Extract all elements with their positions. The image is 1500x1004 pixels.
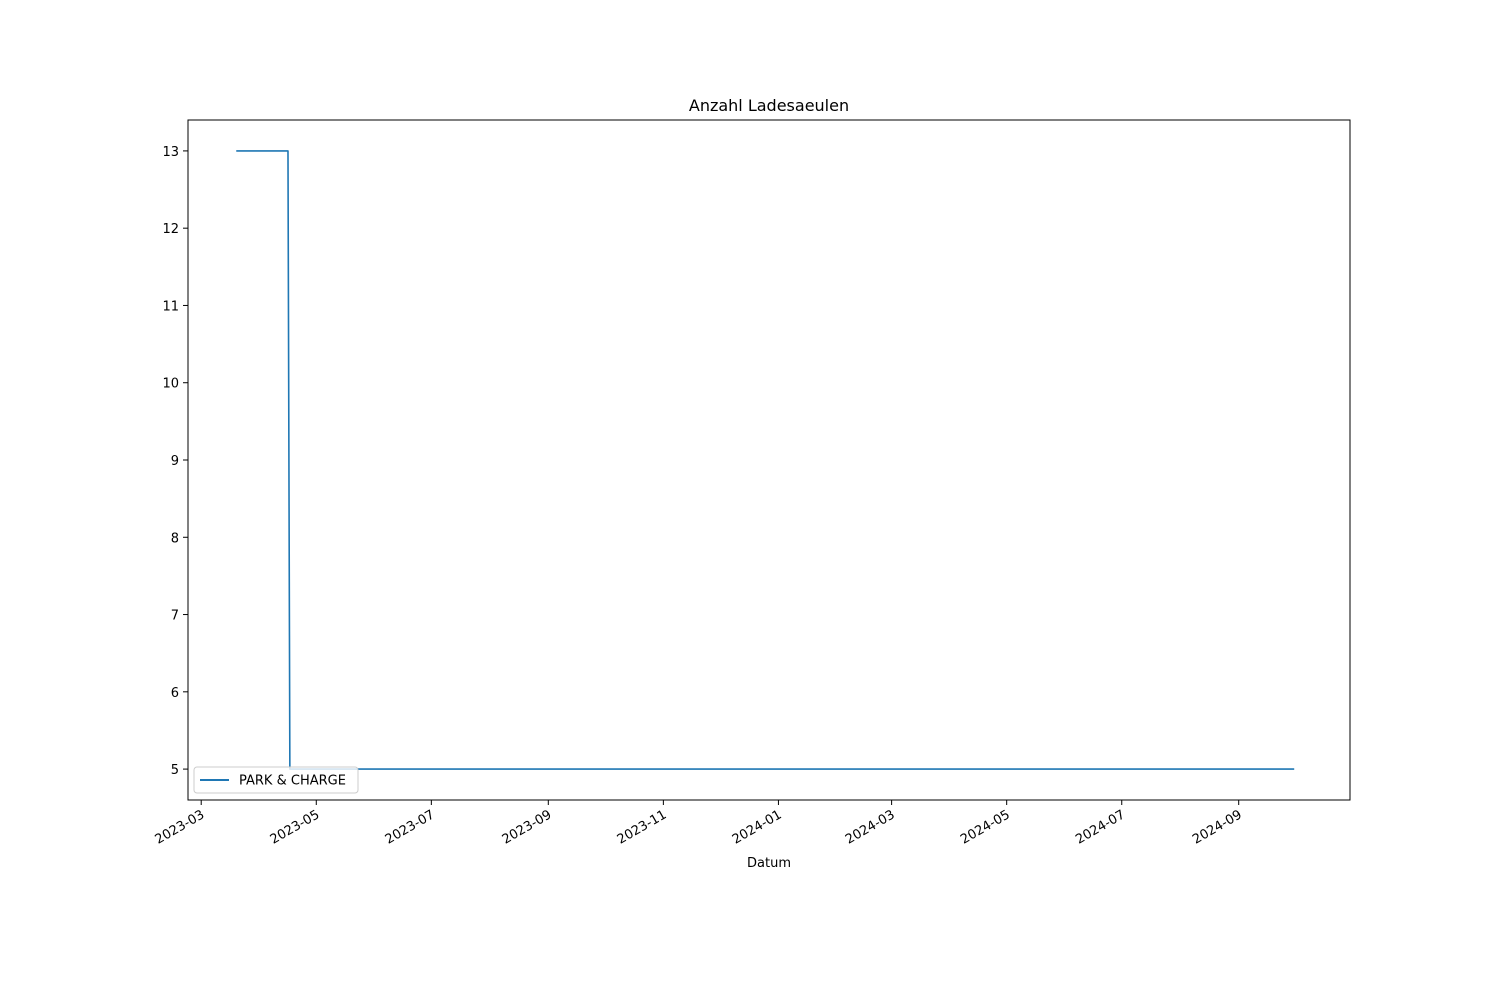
y-tick-label: 12: [162, 222, 179, 237]
y-tick-label: 6: [171, 686, 179, 701]
y-tick-label: 5: [171, 763, 179, 778]
chart-title: Anzahl Ladesaeulen: [689, 96, 849, 115]
y-tick-label: 13: [162, 145, 179, 160]
y-tick-label: 8: [171, 531, 179, 546]
x-tick-label: 2024-07: [1073, 807, 1128, 847]
y-tick-label: 9: [171, 454, 179, 469]
x-tick-label: 2023-11: [615, 807, 670, 847]
x-tick-label: 2024-01: [730, 807, 785, 847]
legend: PARK & CHARGE: [193, 766, 359, 794]
legend-label: PARK & CHARGE: [239, 774, 346, 789]
series-layer: [236, 150, 1295, 770]
x-tick-label: 2023-03: [153, 807, 208, 847]
plot-area-frame: [187, 119, 1351, 801]
x-axis: 2023-03 2023-05 2023-07 2023-09 2023-11 2024-…: [153, 800, 1245, 848]
y-tick-label: 11: [162, 299, 179, 314]
x-tick-label: 2023-09: [500, 807, 555, 847]
series-line-0: [236, 150, 1295, 770]
x-tick-label: 2024-03: [843, 807, 898, 847]
x-axis-label: Datum: [747, 856, 791, 871]
chart-figure: Anzahl Ladesaeulen 2023-03 2023-05 2023-07…: [0, 0, 1500, 1000]
x-tick-label: 2023-07: [383, 807, 438, 847]
y-tick-label: 7: [171, 609, 179, 624]
x-tick-label: 2024-09: [1190, 807, 1245, 847]
chart-svg: Anzahl Ladesaeulen 2023-03 2023-05 2023-07…: [153, 96, 1351, 871]
x-tick-label: 2023-05: [268, 807, 323, 847]
y-tick-label: 10: [162, 377, 179, 392]
y-axis: 5 6 7 8 9 10 11 12 13: [162, 145, 188, 778]
x-tick-label: 2024-05: [958, 807, 1013, 847]
